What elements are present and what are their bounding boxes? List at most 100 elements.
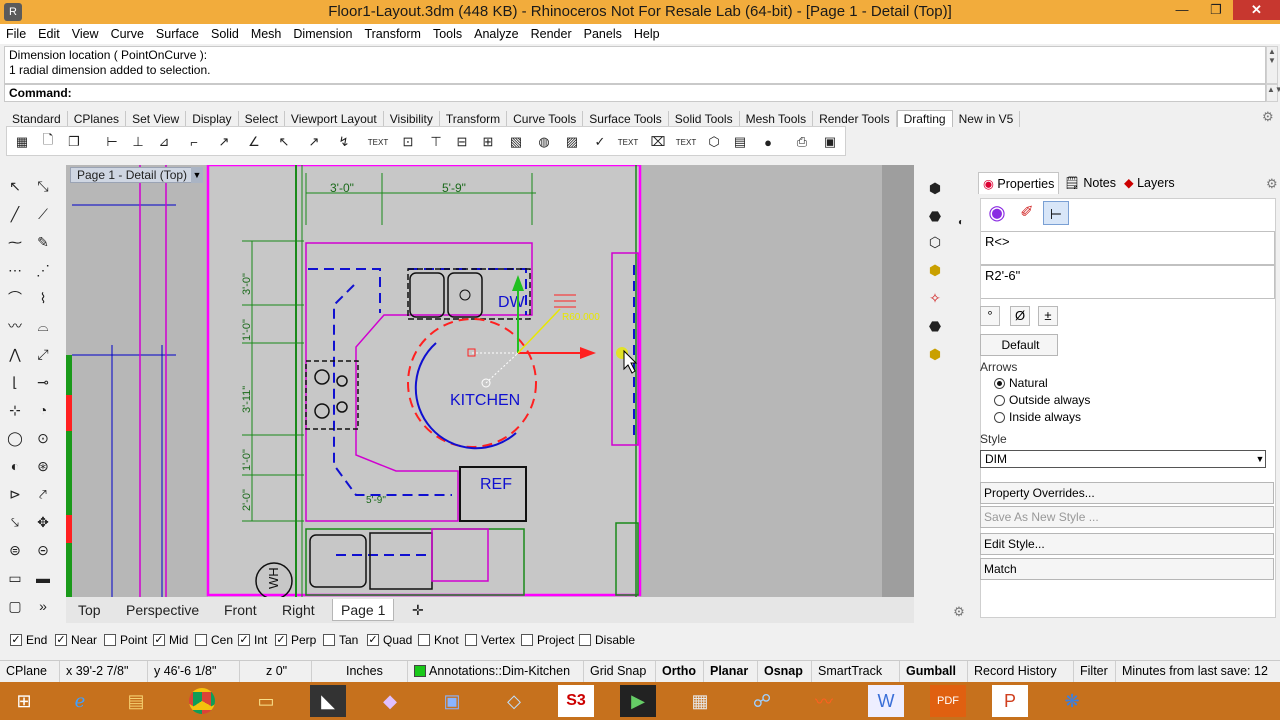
offset-icon[interactable]: ⌓ <box>32 315 54 337</box>
rectangle-corner-icon[interactable]: ▬ <box>32 567 54 589</box>
move-icon[interactable]: ✥ <box>32 511 54 533</box>
status-osnap[interactable]: Osnap <box>758 661 812 683</box>
arc-icon[interactable]: ⌒ <box>4 287 26 309</box>
panel-options-gear-icon[interactable]: ⚙ <box>1266 176 1278 192</box>
panel-collapse-icon[interactable]: ◐ <box>950 211 972 233</box>
snowflake-icon[interactable]: ❋ <box>1054 685 1090 717</box>
status-units[interactable]: Inches <box>312 661 408 683</box>
osnap-end[interactable]: ✓ End <box>10 633 47 647</box>
folder-icon[interactable]: ▭ <box>248 685 284 717</box>
chamfer-icon[interactable]: ⊸ <box>32 371 54 393</box>
texture-icon[interactable]: ⬣ <box>924 315 946 337</box>
circle-center-icon[interactable]: ⊙ <box>32 427 54 449</box>
file-explorer-icon[interactable]: ▤ <box>118 685 154 717</box>
osnap-quad-checkbox[interactable]: ✓ <box>367 634 379 646</box>
toolbar-settings-icon[interactable]: ⚙ <box>1262 109 1274 125</box>
panel-tab-layers[interactable]: ◆ Layers <box>1120 172 1179 194</box>
osnap-near[interactable]: ✓ Near <box>55 633 97 647</box>
diameter-symbol-button[interactable]: Ø <box>1010 306 1030 326</box>
menu-mesh[interactable]: Mesh <box>251 27 282 41</box>
ellipse-diameter-icon[interactable]: ⊝ <box>32 539 54 561</box>
tab-surface-tools[interactable]: Surface Tools <box>583 111 669 127</box>
line-icon[interactable]: ╱ <box>4 203 26 225</box>
menu-curve[interactable]: Curve <box>111 27 144 41</box>
circle-3pt-icon[interactable]: ⊛ <box>32 455 54 477</box>
linear-dimension-icon[interactable]: ⊢ <box>101 131 123 153</box>
status-ortho[interactable]: Ortho <box>656 661 704 683</box>
osnap-tan[interactable]: Tan <box>323 633 358 647</box>
view-tab-front[interactable]: Front <box>216 599 265 621</box>
viewport-page-1[interactable]: 3'-0" 5'-9" 3'-0" 1'-0" 3'-11" 1'-0" 2'-… <box>66 165 914 597</box>
leader-icon[interactable]: ↖ <box>273 131 295 153</box>
control-point-curve-icon[interactable]: ⋯ <box>4 259 26 281</box>
minimize-icon[interactable]: — <box>1165 0 1199 20</box>
menu-file[interactable]: File <box>6 27 26 41</box>
text-icon[interactable]: TEXT <box>367 131 389 153</box>
menu-render[interactable]: Render <box>531 27 572 41</box>
pdf-icon[interactable]: PDF <box>930 685 966 717</box>
tab-visibility[interactable]: Visibility <box>384 111 440 127</box>
menu-view[interactable]: View <box>72 27 99 41</box>
rectangle-rounded-icon[interactable]: ▢ <box>4 595 26 617</box>
menu-solid[interactable]: Solid <box>211 27 239 41</box>
osnap-perp-checkbox[interactable]: ✓ <box>275 634 287 646</box>
print-icon[interactable]: ⎙ <box>791 131 813 153</box>
aligned-dimension-icon[interactable]: ⊥ <box>127 131 149 153</box>
angle-dimension-icon[interactable]: ∠ <box>243 131 265 153</box>
powerpoint-icon[interactable]: P <box>992 685 1028 717</box>
view-tab-page-1[interactable]: Page 1 <box>332 599 395 621</box>
notepad-icon[interactable]: ◇ <box>496 685 532 717</box>
tab-standard[interactable]: Standard <box>6 111 68 127</box>
light-icon[interactable]: ✧ <box>924 287 946 309</box>
tab-drafting[interactable]: Drafting <box>896 110 953 127</box>
text-edit-icon[interactable]: TEXT <box>617 131 639 153</box>
osnap-int[interactable]: ✓ Int <box>238 633 267 647</box>
osnap-int-checkbox[interactable]: ✓ <box>238 634 250 646</box>
status-layer[interactable]: Annotations::Dim-Kitchen <box>408 661 584 683</box>
tab-transform[interactable]: Transform <box>440 111 508 127</box>
status-planar[interactable]: Planar <box>704 661 758 683</box>
osnap-vertex[interactable]: Vertex <box>465 633 515 647</box>
internet-explorer-icon[interactable]: ℯ <box>62 685 98 717</box>
menu-dimension[interactable]: Dimension <box>293 27 352 41</box>
menu-help[interactable]: Help <box>634 27 660 41</box>
video-icon[interactable]: ▣ <box>434 685 470 717</box>
style-select[interactable]: DIM <box>980 450 1266 468</box>
box-icon[interactable]: ⬡ <box>703 131 725 153</box>
command-input[interactable]: Command: <box>4 84 1266 102</box>
table-icon[interactable]: ▤ <box>729 131 751 153</box>
pattern-icon[interactable]: ▧ <box>505 131 527 153</box>
rhino-icon[interactable]: ◣ <box>310 685 346 717</box>
freeform-icon[interactable]: ✎ <box>32 231 54 253</box>
rotated-dimension-icon[interactable]: ⊿ <box>153 131 175 153</box>
osnap-knot[interactable]: Knot <box>418 633 459 647</box>
join-icon[interactable]: ⊳ <box>4 483 26 505</box>
dimension-properties-icon[interactable]: ⊢ <box>1043 201 1069 225</box>
radial-dimension-icon[interactable]: ↗ <box>213 131 235 153</box>
chrome-icon[interactable] <box>184 685 220 717</box>
polyline-icon[interactable]: ⟋ <box>32 203 54 225</box>
rectangle-icon[interactable]: ▭ <box>4 567 26 589</box>
grid-icon[interactable]: ▦ <box>11 131 33 153</box>
hatch-icon[interactable]: ⊟ <box>451 131 473 153</box>
status-grid-snap[interactable]: Grid Snap <box>584 661 656 683</box>
menu-transform[interactable]: Transform <box>364 27 421 41</box>
select-icon[interactable]: ↖ <box>4 175 26 197</box>
osnap-point[interactable]: Point <box>104 633 147 647</box>
leader-text-icon[interactable]: ↗ <box>303 131 325 153</box>
osnap-quad[interactable]: ✓ Quad <box>367 633 412 647</box>
block-icon[interactable]: ⊞ <box>477 131 499 153</box>
osnap-cen[interactable]: Cen <box>195 633 233 647</box>
pattern-square-icon[interactable]: ▨ <box>561 131 583 153</box>
ellipse-group-icon[interactable]: ⊜ <box>4 539 26 561</box>
osnap-tan-checkbox[interactable] <box>323 634 335 646</box>
osnap-mid[interactable]: ✓ Mid <box>153 633 188 647</box>
degree-symbol-button[interactable]: ° <box>980 306 1000 326</box>
environment-icon[interactable]: ⬢ <box>924 343 946 365</box>
status-filter[interactable]: Filter <box>1074 661 1116 683</box>
plus-minus-symbol-button[interactable]: ± <box>1038 306 1058 326</box>
drawing-canvas[interactable]: 3'-0" 5'-9" 3'-0" 1'-0" 3'-11" 1'-0" 2'-… <box>66 165 914 597</box>
text-explode-icon[interactable]: TEXT <box>675 131 697 153</box>
restore-icon[interactable]: ❐ <box>1199 0 1233 20</box>
curve-leader-icon[interactable]: ↯ <box>333 131 355 153</box>
